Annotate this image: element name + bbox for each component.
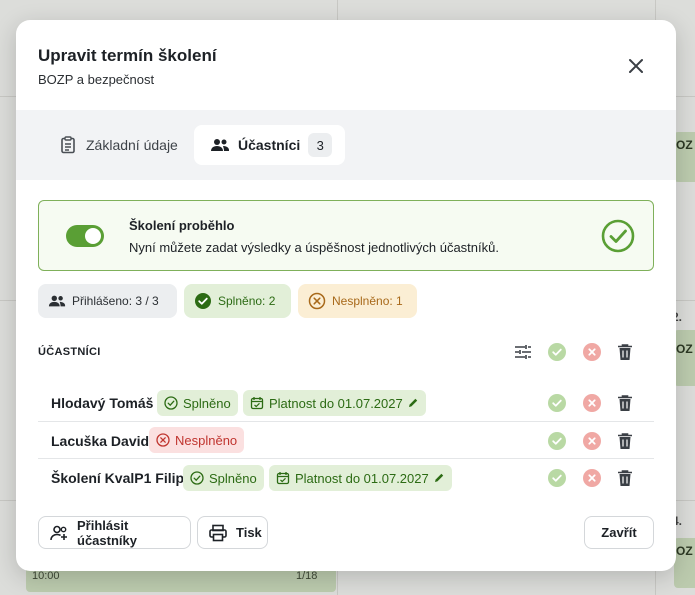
tab-label: Základní údaje	[86, 137, 178, 153]
close-dialog-label: Zavřít	[601, 525, 637, 540]
mark-passed-button[interactable]	[548, 469, 566, 487]
registered-label: Přihlášeno: 3 / 3	[72, 294, 159, 308]
validity-label: Platnost do 01.07.2027	[295, 470, 429, 486]
add-user-icon	[49, 523, 69, 543]
tab-participants[interactable]: Účastníci 3	[194, 125, 345, 165]
x-circle-icon	[156, 433, 170, 447]
completed-description: Nyní můžete zadat výsledky a úspěšnost j…	[129, 240, 499, 255]
mark-all-passed-button[interactable]	[548, 343, 566, 361]
calendar-check-icon	[276, 471, 290, 485]
participant-row: Školení KvalP1 Filip Splněno Platnost do…	[38, 459, 654, 496]
passed-label: Splněno: 2	[218, 294, 276, 308]
trash-icon[interactable]	[617, 469, 633, 487]
check-circle-icon	[164, 396, 178, 410]
print-label: Tisk	[236, 525, 262, 540]
participants-count-badge: 3	[308, 133, 333, 157]
trash-icon[interactable]	[617, 394, 633, 412]
tab-basic-info[interactable]: Základní údaje	[42, 125, 192, 165]
validity-badge[interactable]: Platnost do 01.07.2027	[243, 390, 426, 416]
tab-label: Účastníci	[238, 137, 301, 153]
participant-name: Hlodavý Tomáš	[51, 395, 154, 411]
failed-badge: Nesplněno	[149, 427, 245, 453]
edit-training-dialog: Upravit termín školení BOZP a bezpečnost…	[16, 20, 676, 571]
training-completed-toggle[interactable]	[66, 225, 104, 247]
mark-passed-button[interactable]	[548, 394, 566, 412]
dialog-header: Upravit termín školení BOZP a bezpečnost	[16, 20, 676, 110]
check-circle-icon	[194, 292, 212, 310]
users-icon	[48, 292, 66, 310]
close-icon[interactable]	[624, 54, 648, 78]
close-dialog-button[interactable]: Zavřít	[584, 516, 654, 549]
print-button[interactable]: Tisk	[197, 516, 268, 549]
pencil-icon[interactable]	[433, 472, 445, 484]
validity-badge[interactable]: Platnost do 01.07.2027	[269, 465, 452, 491]
completed-title: Školení proběhlo	[129, 218, 235, 233]
mark-passed-button[interactable]	[548, 432, 566, 450]
dialog-subtitle: BOZP a bezpečnost	[38, 72, 155, 87]
printer-icon	[208, 523, 228, 543]
registered-stat: Přihlášeno: 3 / 3	[38, 284, 177, 318]
failed-stat: Nesplněno: 1	[298, 284, 417, 318]
passed-badge: Splněno	[183, 465, 264, 491]
register-participants-button[interactable]: Přihlásit účastníky	[38, 516, 191, 549]
clipboard-icon	[58, 135, 78, 155]
status-label: Nesplněno	[175, 432, 238, 448]
users-icon	[210, 135, 230, 155]
validity-label: Platnost do 01.07.2027	[269, 395, 403, 411]
participants-heading: ÚČASTNÍCI	[38, 346, 101, 358]
mark-failed-button[interactable]	[583, 469, 601, 487]
mark-failed-button[interactable]	[583, 394, 601, 412]
trash-icon[interactable]	[617, 343, 633, 361]
check-circle-icon	[600, 218, 636, 254]
training-completed-card: Školení proběhlo Nyní můžete zadat výsle…	[38, 200, 654, 271]
status-label: Splněno	[209, 470, 257, 486]
participant-name: Lacuška David	[51, 433, 150, 449]
mark-all-failed-button[interactable]	[583, 343, 601, 361]
status-label: Splněno	[183, 395, 231, 411]
participant-row: Hlodavý Tomáš Splněno Platnost do 01.07.…	[38, 385, 654, 422]
x-circle-icon	[308, 292, 326, 310]
pencil-icon[interactable]	[407, 397, 419, 409]
passed-badge: Splněno	[157, 390, 238, 416]
tabs-bar: Základní údaje Účastníci 3	[16, 110, 676, 180]
check-circle-icon	[190, 471, 204, 485]
dialog-title: Upravit termín školení	[38, 46, 217, 65]
trash-icon[interactable]	[617, 432, 633, 450]
participant-name: Školení KvalP1 Filip	[51, 470, 185, 486]
passed-stat: Splněno: 2	[184, 284, 291, 318]
filter-settings-icon[interactable]	[513, 342, 533, 362]
participant-row: Lacuška David Nesplněno	[38, 422, 654, 459]
register-participants-label: Přihlásit účastníky	[77, 517, 137, 548]
calendar-check-icon	[250, 396, 264, 410]
failed-label: Nesplněno: 1	[332, 294, 403, 308]
mark-failed-button[interactable]	[583, 432, 601, 450]
